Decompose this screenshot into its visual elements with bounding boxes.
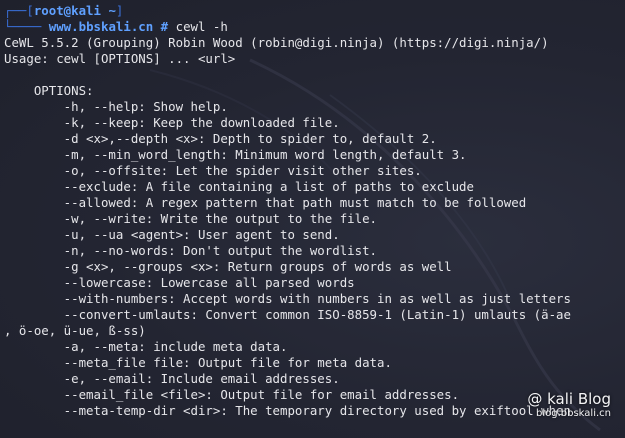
prompt-site: www.bbskali.cn — [48, 19, 154, 34]
output-line: CeWL 5.5.2 (Grouping) Robin Wood (robin@… — [4, 35, 549, 50]
watermark: @ kali Blog blog.bbskali.cn — [527, 390, 611, 420]
output-line: -h, --help: Show help. — [4, 99, 228, 114]
output-line: -d <x>,--depth <x>: Depth to spider to, … — [4, 131, 437, 146]
prompt-line-top: ┌──[root@kali ~] — [4, 3, 124, 18]
output-line: , ö-oe, ü-ue, ß-ss) — [4, 323, 146, 338]
command-text: cewl -h — [175, 19, 228, 34]
output-line: -g <x>, --groups <x>: Return groups of w… — [4, 259, 452, 274]
output-line: -w, --write: Write the output to the fil… — [4, 211, 377, 226]
terminal-window[interactable]: ┌──[root@kali ~] └──── www.bbskali.cn # … — [0, 0, 625, 438]
prompt-line-bottom: └──── www.bbskali.cn # cewl -h — [4, 19, 228, 34]
output-line: --lowercase: Lowercase all parsed words — [4, 275, 355, 290]
output-line: --allowed: A regex pattern that path mus… — [4, 195, 527, 210]
output-line: -e, --email: Include email addresses. — [4, 371, 340, 386]
prompt-path: ~ — [108, 3, 116, 18]
watermark-subtitle: blog.bbskali.cn — [536, 408, 611, 419]
prompt-user-host: root@kali — [33, 3, 101, 18]
output-line: Usage: cewl [OPTIONS] ... <url> — [4, 51, 236, 66]
output-line: -a, --meta: include meta data. — [4, 339, 288, 354]
output-line: --with-numbers: Accept words with number… — [4, 291, 571, 306]
terminal-output: ┌──[root@kali ~] └──── www.bbskali.cn # … — [4, 3, 625, 419]
watermark-title: @ kali Blog — [527, 390, 611, 408]
output-line: -o, --offsite: Let the spider visit othe… — [4, 163, 422, 178]
output-line: -n, --no-words: Don't output the wordlis… — [4, 243, 377, 258]
output-line: --exclude: A file containing a list of p… — [4, 179, 474, 194]
output-line: -m, --min_word_length: Minimum word leng… — [4, 147, 467, 162]
output-line: -u, --ua <agent>: User agent to send. — [4, 227, 340, 242]
output-line: --convert-umlauts: Convert common ISO-88… — [4, 307, 571, 322]
output-line: --meta_file file: Output file for meta d… — [4, 355, 392, 370]
output-line: -k, --keep: Keep the downloaded file. — [4, 115, 340, 130]
output-line: OPTIONS: — [4, 83, 94, 98]
